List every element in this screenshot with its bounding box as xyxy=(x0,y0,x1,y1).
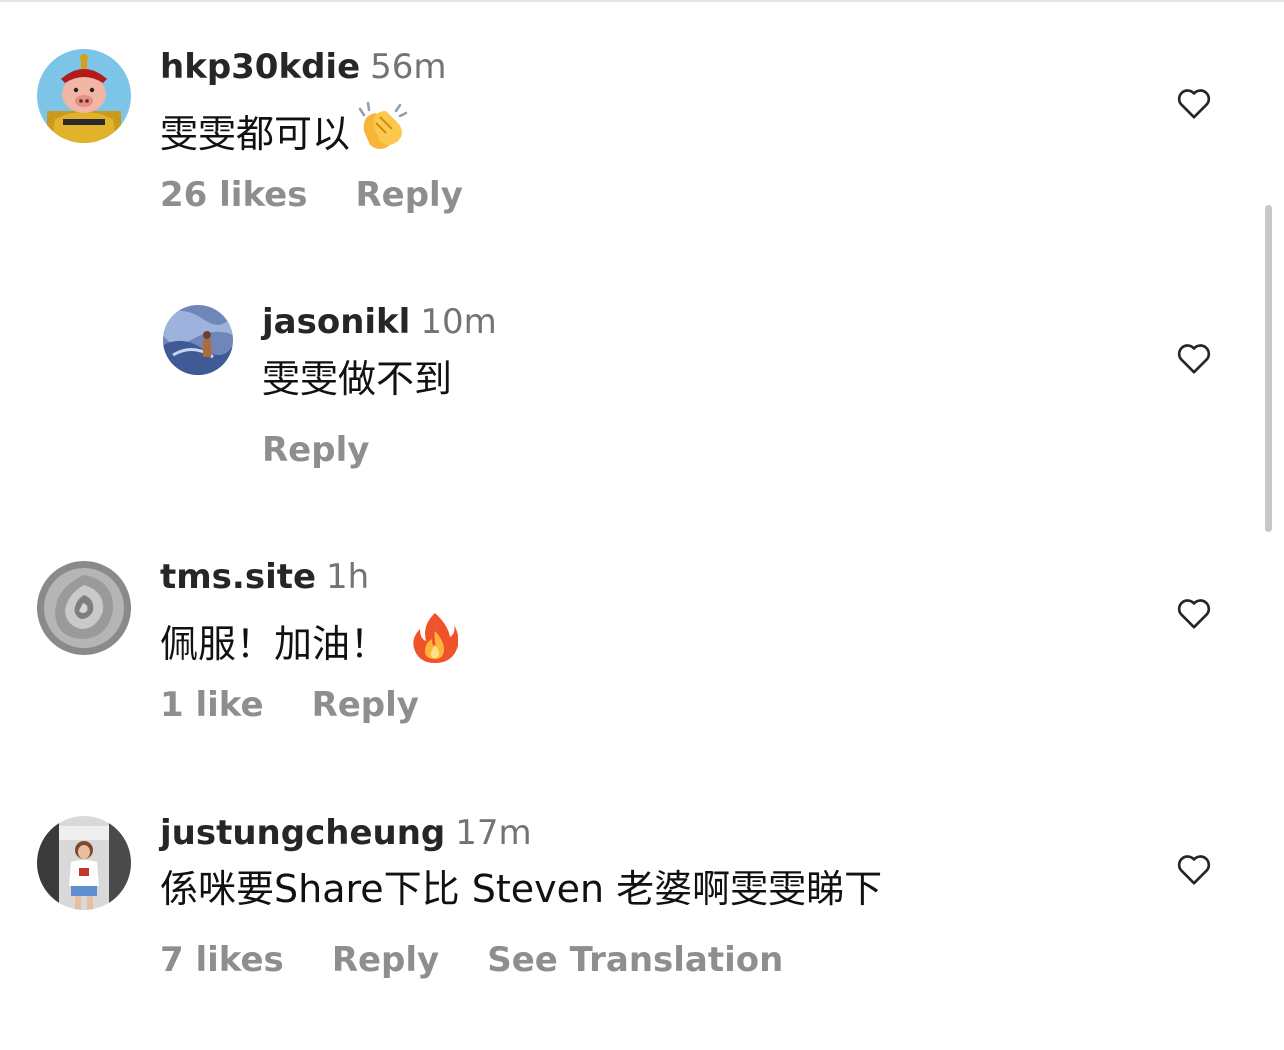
reply-button[interactable]: Reply xyxy=(332,940,439,980)
clapping-hands-emoji xyxy=(354,101,410,163)
comment-header: hkp30kdie 56m xyxy=(160,47,447,87)
timestamp: 17m xyxy=(455,813,532,853)
comment-header: justungcheung 17m xyxy=(160,813,532,853)
comment-actions: 7 likes Reply See Translation xyxy=(160,940,831,980)
comment-actions: Reply xyxy=(262,430,417,470)
username[interactable]: tms.site xyxy=(160,557,316,597)
timestamp: 56m xyxy=(370,47,447,87)
avatar[interactable] xyxy=(37,816,131,910)
comment-text-content: 係咪要Share下比 Steven 老婆啊雯雯睇下 xyxy=(160,867,883,911)
comment-text: 雯雯都可以 xyxy=(160,101,410,163)
username[interactable]: hkp30kdie xyxy=(160,47,360,87)
likes-count[interactable]: 1 like xyxy=(160,685,264,725)
avatar[interactable] xyxy=(37,49,131,143)
heart-outline-icon[interactable] xyxy=(1174,849,1214,889)
likes-count[interactable]: 7 likes xyxy=(160,940,284,980)
comment-text: 係咪要Share下比 Steven 老婆啊雯雯睇下 xyxy=(160,866,882,912)
top-divider xyxy=(0,0,1284,2)
username[interactable]: justungcheung xyxy=(160,813,445,853)
comment-header: jasonikl 10m xyxy=(262,302,497,342)
comment-text: 雯雯做不到 xyxy=(262,356,452,402)
timestamp: 10m xyxy=(420,302,497,342)
reply-button[interactable]: Reply xyxy=(312,685,419,725)
fire-emoji xyxy=(412,611,459,673)
comment-text-content: 雯雯做不到 xyxy=(262,357,453,401)
timestamp: 1h xyxy=(326,557,370,597)
comment-header: tms.site 1h xyxy=(160,557,369,597)
likes-count[interactable]: 26 likes xyxy=(160,175,307,215)
heart-outline-icon[interactable] xyxy=(1174,593,1214,633)
heart-outline-icon[interactable] xyxy=(1174,83,1214,123)
reply-button[interactable]: Reply xyxy=(355,175,462,215)
heart-outline-icon[interactable] xyxy=(1174,338,1214,378)
comment-text-content: 雯雯都可以 xyxy=(160,112,351,156)
avatar[interactable] xyxy=(163,305,233,375)
username[interactable]: jasonikl xyxy=(262,302,410,342)
comment-text-content: 佩服！加油！ xyxy=(160,622,389,666)
avatar[interactable] xyxy=(37,561,131,655)
comment-text: 佩服！加油！ xyxy=(160,611,459,673)
comment-actions: 26 likes Reply xyxy=(160,175,511,215)
comment-actions: 1 like Reply xyxy=(160,685,467,725)
scrollbar[interactable] xyxy=(1265,205,1272,532)
see-translation-button[interactable]: See Translation xyxy=(487,940,783,980)
reply-button[interactable]: Reply xyxy=(262,430,369,470)
